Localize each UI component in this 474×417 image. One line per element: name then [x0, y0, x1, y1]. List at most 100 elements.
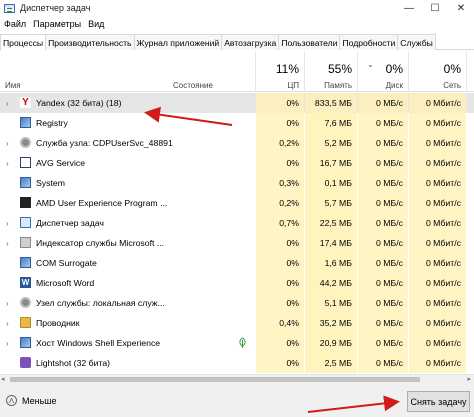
search-indexer-icon [20, 237, 31, 248]
task-manager-icon [20, 217, 31, 228]
process-network-value: 0 Мбит/с [409, 173, 466, 193]
process-row[interactable]: › Хост Windows Shell Experience 0% 20,9 МБ 0… [0, 333, 474, 353]
process-memory-value: 22,5 МБ [305, 213, 357, 233]
process-disk-value: 0 МБ/с [358, 293, 408, 313]
close-button[interactable]: ✕ [448, 0, 474, 16]
sort-indicator-icon: ⌄ [367, 60, 374, 69]
process-row[interactable]: › Индексатор службы Microsoft ... 0% 17,4 М… [0, 233, 474, 253]
expand-chevron-icon[interactable]: › [6, 339, 12, 348]
memory-total-value: 55% [327, 62, 352, 76]
process-row[interactable]: W Microsoft Word 0% 44,2 МБ 0 МБ/с 0 Мбит/с [0, 273, 474, 293]
process-list: › Y Yandex (32 бита) (18) 0% 833,5 МБ 0 МБ/с 0… [0, 93, 474, 373]
column-header-disk[interactable]: ⌄ 0% Диск [358, 51, 408, 92]
process-memory-value: 1,6 МБ [305, 253, 357, 273]
end-task-button[interactable]: Снять задачу [407, 391, 470, 412]
process-row[interactable]: System 0,3% 0,1 МБ 0 МБ/с 0 Мбит/с [0, 173, 474, 193]
process-name: AVG Service [36, 158, 86, 168]
process-network-value: 0 Мбит/с [409, 213, 466, 233]
process-network-value: 0 Мбит/с [409, 193, 466, 213]
column-status-label: Состояние [173, 81, 213, 90]
expand-chevron-icon[interactable]: › [6, 159, 12, 168]
process-row[interactable]: › Служба узла: CDPUserSvc_48891 0,2% 5,2 МБ… [0, 133, 474, 153]
process-row[interactable]: › Проводник 0,4% 35,2 МБ 0 МБ/с 0 Мбит/с [0, 313, 474, 333]
process-disk-value: 0 МБ/с [358, 173, 408, 193]
process-disk-value: 0 МБ/с [358, 193, 408, 213]
process-network-value: 0 Мбит/с [409, 93, 466, 113]
memory-column-label: Память [324, 81, 352, 90]
tab-performance[interactable]: Производительность [45, 34, 135, 50]
column-header-memory[interactable]: 55% Память [305, 51, 357, 92]
fewer-details-label: Меньше [22, 395, 57, 406]
process-disk-value: 0 МБ/с [358, 353, 408, 373]
process-disk-value: 0 МБ/с [358, 153, 408, 173]
process-memory-value: 5,7 МБ [305, 193, 357, 213]
process-network-value: 0 Мбит/с [409, 313, 466, 333]
process-name: Yandex (32 бита) (18) [36, 98, 122, 108]
process-row[interactable]: Lightshot (32 бита) 0% 2,5 МБ 0 МБ/с 0 Мбит/… [0, 353, 474, 373]
process-row[interactable]: › Y Yandex (32 бита) (18) 0% 833,5 МБ 0 МБ/с 0… [0, 93, 474, 113]
lightshot-icon [20, 357, 31, 368]
expand-chevron-icon[interactable]: › [6, 219, 12, 228]
process-cpu-value: 0,2% [256, 133, 304, 153]
process-icon [20, 117, 31, 128]
process-memory-value: 44,2 МБ [305, 273, 357, 293]
horizontal-scrollbar[interactable]: ◂ ▸ [0, 374, 474, 383]
process-row[interactable]: › AVG Service 0% 16,7 МБ 0 МБ/с 0 Мбит/с [0, 153, 474, 173]
menu-file[interactable]: Файл [0, 19, 29, 29]
process-row[interactable]: › Узел службы: локальная служ... 0% 5,1 МБ 0… [0, 293, 474, 313]
expand-chevron-icon[interactable]: › [6, 239, 12, 248]
process-cpu-value: 0,2% [256, 193, 304, 213]
scroll-right-icon[interactable]: ▸ [467, 375, 471, 383]
process-name: Registry [36, 118, 68, 128]
maximize-button[interactable]: ☐ [422, 0, 448, 16]
column-header-name[interactable]: Имя [0, 51, 168, 92]
expand-chevron-icon[interactable]: › [6, 319, 12, 328]
window-title: Диспетчер задач [20, 3, 91, 13]
process-icon [20, 337, 31, 348]
process-row[interactable]: Registry 0% 7,6 МБ 0 МБ/с 0 Мбит/с [0, 113, 474, 133]
process-memory-value: 5,1 МБ [305, 293, 357, 313]
column-header-network[interactable]: 0% Сеть [409, 51, 466, 92]
process-network-value: 0 Мбит/с [409, 113, 466, 133]
network-column-label: Сеть [443, 81, 461, 90]
suspended-leaf-icon [238, 337, 247, 348]
tab-processes[interactable]: Процессы [0, 34, 47, 51]
process-disk-value: 0 МБ/с [358, 233, 408, 253]
process-row[interactable]: AMD User Experience Program ... 0,2% 5,7 М… [0, 193, 474, 213]
process-disk-value: 0 МБ/с [358, 213, 408, 233]
scroll-left-icon[interactable]: ◂ [1, 375, 5, 383]
process-memory-value: 833,5 МБ [305, 93, 357, 113]
minimize-button[interactable]: — [396, 0, 422, 16]
process-cpu-value: 0% [256, 113, 304, 133]
tab-app-history[interactable]: Журнал приложений [133, 34, 223, 50]
process-network-value: 0 Мбит/с [409, 333, 466, 353]
disk-total-value: 0% [385, 62, 403, 76]
column-header-cpu[interactable]: 11% ЦП [256, 51, 304, 92]
amd-icon [20, 197, 31, 208]
expand-chevron-icon[interactable]: › [6, 139, 12, 148]
scrollbar-thumb[interactable] [10, 377, 420, 382]
process-cpu-value: 0% [256, 233, 304, 253]
menu-options[interactable]: Параметры [29, 19, 84, 29]
tab-startup[interactable]: Автозагрузка [221, 34, 280, 50]
process-network-value: 0 Мбит/с [409, 253, 466, 273]
process-memory-value: 7,6 МБ [305, 113, 357, 133]
process-disk-value: 0 МБ/с [358, 93, 408, 113]
process-memory-value: 0,1 МБ [305, 173, 357, 193]
expand-chevron-icon[interactable]: › [6, 99, 12, 108]
process-row[interactable]: › Диспетчер задач 0,7% 22,5 МБ 0 МБ/с 0 Мбит/… [0, 213, 474, 233]
column-header-status[interactable]: Состояние [168, 51, 256, 92]
gear-icon [20, 297, 31, 308]
fewer-details-button[interactable]: ᐱ Меньше [6, 395, 57, 406]
process-row[interactable]: COM Surrogate 0% 1,6 МБ 0 МБ/с 0 Мбит/с [0, 253, 474, 273]
expand-chevron-icon[interactable]: › [6, 299, 12, 308]
process-cpu-value: 0,7% [256, 213, 304, 233]
tab-details[interactable]: Подробности [339, 34, 399, 50]
process-network-value: 0 Мбит/с [409, 153, 466, 173]
process-disk-value: 0 МБ/с [358, 253, 408, 273]
process-name: Служба узла: CDPUserSvc_48891 [36, 138, 173, 148]
tab-services[interactable]: Службы [397, 34, 436, 50]
tab-users[interactable]: Пользователи [278, 34, 341, 50]
process-disk-value: 0 МБ/с [358, 333, 408, 353]
menu-view[interactable]: Вид [84, 19, 107, 29]
